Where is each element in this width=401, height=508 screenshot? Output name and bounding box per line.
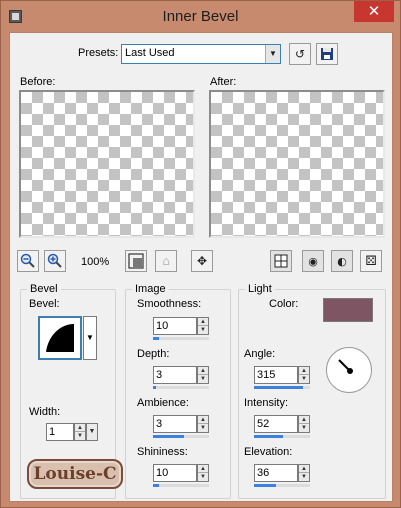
after-label: After: [210, 76, 237, 88]
intensity-input[interactable]: 52 [254, 415, 298, 433]
ambience-slider[interactable] [153, 435, 209, 438]
elevation-input[interactable]: 36 [254, 464, 298, 482]
smoothness-slider-fill [153, 337, 159, 340]
watermark-logo: Louise-C [27, 459, 123, 489]
bevel-shape-picker[interactable] [38, 316, 82, 360]
width-input[interactable]: 1 [46, 423, 74, 441]
angle-spinner[interactable]: 315 ▲ ▼ [254, 366, 310, 389]
ambience-stepper[interactable]: ▲ ▼ [197, 415, 209, 433]
width-dropdown[interactable]: ▼ [86, 423, 98, 441]
fit-window-icon [128, 253, 144, 269]
after-preview[interactable] [209, 90, 385, 238]
smoothness-label: Smoothness: [137, 298, 202, 310]
bevel-shape-icon [46, 324, 74, 352]
randomize-button[interactable]: ⚄ [360, 250, 382, 272]
title-bar[interactable]: Inner Bevel ✕ [1, 1, 400, 31]
intensity-label: Intensity: [244, 397, 289, 409]
shininess-slider[interactable] [153, 484, 209, 487]
bevel-group-title: Bevel [27, 283, 61, 295]
smoothness-slider[interactable] [153, 337, 209, 340]
zoom-level: 100% [81, 256, 110, 268]
depth-slider-fill [153, 386, 156, 389]
zoom-out-button[interactable] [17, 250, 39, 272]
shininess-stepper[interactable]: ▲ ▼ [197, 464, 209, 482]
intensity-stepper[interactable]: ▲ ▼ [298, 415, 310, 433]
angle-dial-needle [338, 359, 353, 374]
shininess-input[interactable]: 10 [153, 464, 197, 482]
elevation-spinner[interactable]: 36 ▲ ▼ [254, 464, 310, 487]
zoom-to-fit-button[interactable] [125, 250, 147, 272]
ambience-label: Ambience: [137, 397, 189, 409]
close-button[interactable]: ✕ [354, 1, 394, 22]
angle-input[interactable]: 315 [254, 366, 298, 384]
depth-stepper[interactable]: ▲ ▼ [197, 366, 209, 384]
ambience-spinner[interactable]: 3 ▲ ▼ [153, 415, 209, 438]
save-icon [321, 48, 333, 60]
elevation-label: Elevation: [244, 446, 293, 458]
view-button[interactable]: ◐ [331, 250, 353, 272]
bevel-shape-dropdown[interactable]: ▼ [83, 316, 97, 360]
smoothness-stepper[interactable]: ▲ ▼ [197, 317, 209, 335]
angle-slider[interactable] [254, 386, 310, 389]
reset-preset-button[interactable]: ↺ [289, 43, 311, 65]
eye-dropper-button[interactable]: ◉ [302, 250, 324, 272]
dice-icon: ⚄ [365, 254, 377, 269]
zoom-in-icon [47, 253, 62, 268]
intensity-slider-fill [254, 435, 284, 438]
save-preset-button[interactable] [316, 43, 338, 65]
angle-label: Angle: [244, 348, 276, 360]
depth-slider[interactable] [153, 386, 209, 389]
intensity-slider[interactable] [254, 435, 310, 438]
elevation-slider-fill [254, 484, 277, 487]
proof-button[interactable] [270, 250, 292, 272]
before-label: Before: [20, 76, 56, 88]
angle-dial[interactable] [326, 347, 372, 393]
light-color-swatch[interactable] [323, 298, 373, 322]
window-title: Inner Bevel [162, 8, 239, 25]
elevation-stepper[interactable]: ▲ ▼ [298, 464, 310, 482]
pan-button[interactable]: ✥ [191, 250, 213, 272]
light-group-title: Light [245, 283, 275, 295]
angle-stepper[interactable]: ▲ ▼ [298, 366, 310, 384]
lock-button[interactable]: ⌂ [155, 250, 177, 272]
presets-label: Presets: [78, 47, 119, 59]
dialog-window: Inner Bevel ✕ Presets: Last Used ▼ ↺ Bef… [0, 0, 401, 508]
width-spinner[interactable]: 1 ▲ ▼ ▼ [46, 423, 102, 443]
depth-input[interactable]: 3 [153, 366, 197, 384]
bevel-label: Bevel: [29, 298, 60, 310]
ambience-input[interactable]: 3 [153, 415, 197, 433]
light-color-label: Color: [269, 298, 299, 310]
eye-icon: ◐ [337, 255, 347, 268]
depth-label: Depth: [137, 348, 170, 360]
before-preview[interactable] [19, 90, 195, 238]
move-icon: ✥ [196, 254, 208, 268]
intensity-spinner[interactable]: 52 ▲ ▼ [254, 415, 310, 438]
link-icon: ⌂ [162, 254, 170, 268]
width-label: Width: [29, 406, 61, 418]
zoom-in-button[interactable] [44, 250, 66, 272]
image-group-title: Image [132, 283, 169, 295]
grid-icon [274, 254, 288, 268]
shininess-slider-fill [153, 484, 159, 487]
smoothness-spinner[interactable]: 10 ▲ ▼ [153, 317, 209, 340]
width-stepper[interactable]: ▲ ▼ [74, 423, 86, 441]
chevron-down-icon[interactable]: ▼ [265, 45, 280, 63]
presets-dropdown[interactable]: Last Used ▼ [121, 44, 281, 64]
elevation-slider[interactable] [254, 484, 310, 487]
ambience-slider-fill [153, 435, 184, 438]
depth-spinner[interactable]: 3 ▲ ▼ [153, 366, 209, 389]
smoothness-input[interactable]: 10 [153, 317, 197, 335]
eye-icon: ◉ [308, 255, 318, 268]
presets-value: Last Used [125, 47, 175, 59]
angle-slider-fill [254, 386, 303, 389]
shininess-label: Shininess: [137, 446, 188, 458]
shininess-spinner[interactable]: 10 ▲ ▼ [153, 464, 209, 487]
zoom-out-icon [20, 253, 35, 268]
dialog-body: Presets: Last Used ▼ ↺ Before: After: 10… [9, 32, 393, 502]
